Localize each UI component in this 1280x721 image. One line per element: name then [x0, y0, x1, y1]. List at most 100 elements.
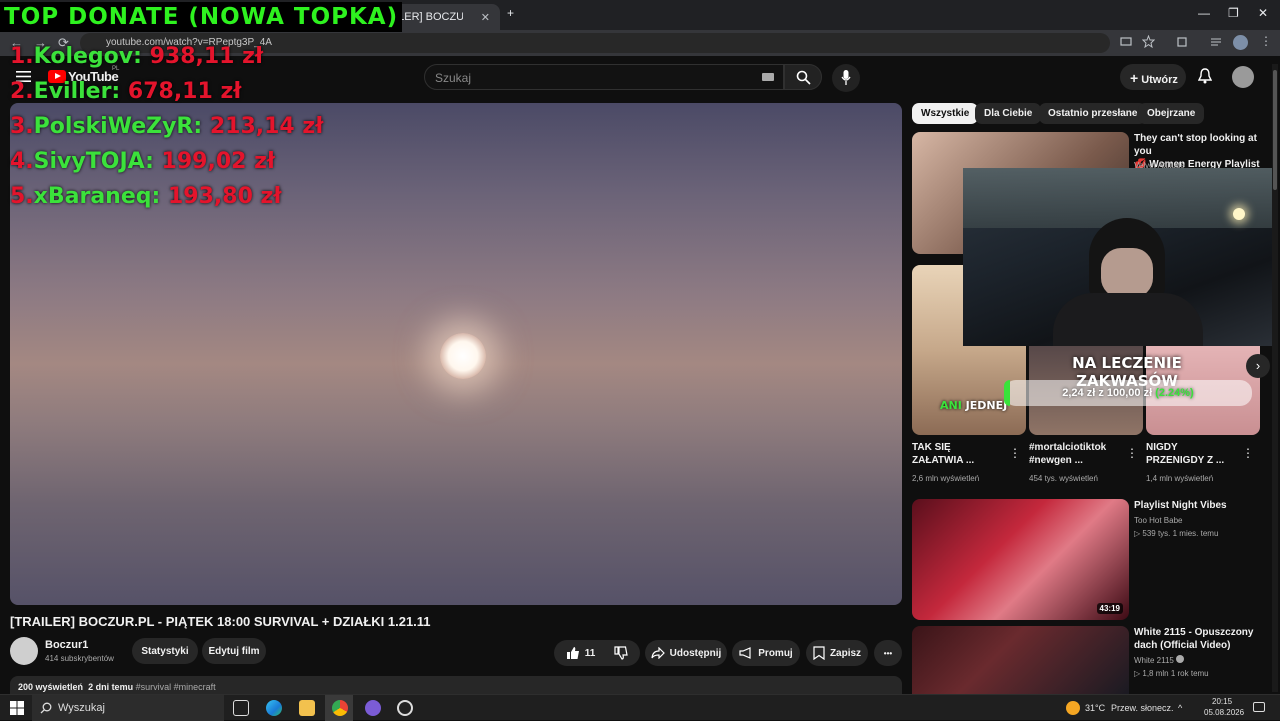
rec-channel[interactable]: Too Hot Babe [1134, 515, 1182, 526]
short-menu-icon[interactable]: ⋮ [1242, 446, 1254, 460]
donation-goal-bar: 2,24 zł z 100,00 zł (2.24%) [1004, 380, 1252, 406]
search-input[interactable]: Szukaj [424, 64, 784, 90]
save-button[interactable]: Zapisz [806, 640, 868, 666]
reading-list-icon[interactable] [1210, 36, 1222, 48]
notifications-icon[interactable] [1253, 702, 1265, 712]
short-caption: ANI JEDNEJ [940, 399, 1008, 412]
rec-channel[interactable]: White 2115 [1134, 655, 1185, 666]
browser-menu-icon[interactable]: ⋮ [1260, 34, 1272, 48]
video-title: [TRAILER] BOCZUR.PL - PIĄTEK 18:00 SURVI… [10, 614, 431, 629]
more-icon: ••• [883, 648, 893, 658]
rank-nick: Kolegov: [33, 44, 142, 69]
clock-date[interactable]: 05.08.2026 [1204, 708, 1244, 717]
chip-recently-uploaded[interactable]: Ostatnio przesłane [1039, 103, 1147, 124]
account-avatar[interactable] [1232, 66, 1254, 88]
like-icon[interactable] [566, 646, 580, 660]
video-player[interactable] [10, 103, 902, 605]
donation-goal-percent: (2.24%) [1155, 387, 1194, 399]
keyboard-icon[interactable] [762, 73, 774, 81]
notifications-bell-icon[interactable] [1198, 68, 1212, 84]
short-views: 454 tys. wyświetleń [1029, 474, 1098, 483]
donate-rank-1: 1.Kolegov: 938,11 zł [10, 44, 263, 70]
video-tags[interactable]: #survival #minecraft [136, 682, 216, 692]
search-icon [40, 702, 52, 714]
share-button[interactable]: Udostępnij [645, 640, 727, 666]
statistics-button[interactable]: Statystyki [132, 638, 198, 664]
donate-rank-3: 3.PolskiWeZyR: 213,14 zł [10, 114, 323, 140]
chip-all[interactable]: Wszystkie [912, 103, 979, 124]
donation-goal-fill [1004, 380, 1010, 406]
dislike-icon[interactable] [614, 646, 629, 660]
new-tab-icon[interactable]: + [507, 6, 514, 20]
subscriber-count: 414 subskrybentów [45, 654, 114, 663]
clock-time[interactable]: 20:15 [1212, 697, 1232, 706]
maximize-icon[interactable]: ❐ [1228, 6, 1239, 20]
promote-button[interactable]: Promuj [732, 640, 800, 666]
short-menu-icon[interactable]: ⋮ [1126, 446, 1138, 460]
description-box[interactable]: 200 wyświetleń 2 dni temu #survival #min… [10, 676, 902, 696]
weather-description[interactable]: Przew. słonecz. [1111, 703, 1174, 713]
webcam-person-face [1101, 248, 1153, 298]
install-app-icon[interactable] [1120, 36, 1132, 48]
rec-title[interactable]: Playlist Night Vibes [1134, 499, 1270, 512]
chip-for-you[interactable]: Dla Ciebie [975, 103, 1042, 124]
top-donate-title: TOP DONATE (NOWA TOPKA) [0, 2, 403, 32]
edit-video-button[interactable]: Edytuj film [202, 638, 266, 664]
rank-number: 5. [10, 184, 34, 209]
donation-goal-amount: 2,24 zł z 100,00 zł [1062, 387, 1153, 399]
chip-watched[interactable]: Obejrzane [1138, 103, 1205, 124]
task-view-icon[interactable] [233, 700, 249, 716]
rank-amount: 678,11 zł [127, 79, 242, 104]
like-dislike-group: 11 [554, 640, 640, 666]
short-title[interactable]: TAK SIĘ ZAŁATWIA ... [912, 441, 1004, 467]
weather-sun-icon[interactable] [1066, 701, 1080, 715]
save-label: Zapisz [829, 647, 862, 659]
webcam-overlay [963, 168, 1273, 346]
statistics-label: Statystyki [141, 645, 189, 657]
weather-temperature[interactable]: 31°C [1085, 703, 1105, 713]
short-menu-icon[interactable]: ⋮ [1009, 446, 1021, 460]
chrome-icon[interactable] [332, 700, 348, 716]
microphone-icon [841, 70, 851, 85]
donate-rank-5: 5.xBaraneq: 193,80 zł [10, 184, 282, 210]
short-title[interactable]: NIGDY PRZENIGDY Z ... [1146, 441, 1238, 467]
profile-avatar[interactable] [1233, 35, 1248, 50]
rank-number: 4. [10, 149, 34, 174]
edge-browser-icon[interactable] [266, 700, 282, 716]
donate-rank-4: 4.SivyTOJA: 199,02 zł [10, 149, 275, 175]
page-scrollbar[interactable] [1272, 64, 1278, 692]
rank-nick: Eviller: [33, 79, 121, 104]
search-button[interactable] [784, 64, 822, 90]
upload-date: 2 dni temu [88, 682, 134, 692]
create-button[interactable]: + Utwórz [1120, 64, 1186, 90]
tab-close-icon[interactable]: ✕ [481, 11, 490, 24]
windows-start-icon[interactable] [10, 701, 24, 715]
rank-nick: SivyTOJA: [33, 149, 154, 174]
more-actions-button[interactable]: ••• [874, 640, 902, 666]
obs-icon[interactable] [397, 700, 413, 716]
channel-avatar[interactable] [10, 637, 38, 665]
short-title[interactable]: #mortalciotiktok #newgen ... [1029, 441, 1127, 467]
rec-thumbnail[interactable]: 43:19 [912, 499, 1129, 620]
view-count: 200 wyświetleń [18, 682, 84, 692]
rec-thumbnail[interactable] [912, 626, 1129, 694]
minimize-icon[interactable]: — [1198, 6, 1210, 20]
file-explorer-icon[interactable] [299, 700, 315, 716]
scrollbar-thumb[interactable] [1273, 70, 1277, 190]
discord-icon[interactable] [365, 700, 381, 716]
rank-nick: xBaraneq: [33, 184, 161, 209]
channel-name[interactable]: Boczur1 [45, 639, 88, 651]
extensions-icon[interactable] [1176, 35, 1189, 48]
voice-search-button[interactable] [832, 64, 860, 92]
taskbar-search[interactable]: Wyszukaj [32, 695, 224, 721]
shorts-next-chevron-icon[interactable]: › [1246, 354, 1270, 378]
bookmark-star-icon[interactable] [1142, 35, 1155, 48]
create-label: Utwórz [1141, 74, 1178, 86]
rank-amount: 213,14 zł [209, 114, 324, 139]
rank-amount: 938,11 zł [149, 44, 264, 69]
window-close-icon[interactable]: ✕ [1258, 6, 1268, 20]
promote-label: Promuj [758, 647, 793, 659]
like-count: 11 [584, 647, 596, 659]
tray-chevron-icon[interactable]: ^ [1178, 703, 1182, 713]
rec-title[interactable]: White 2115 - Opuszczony dach (Official V… [1134, 626, 1270, 652]
